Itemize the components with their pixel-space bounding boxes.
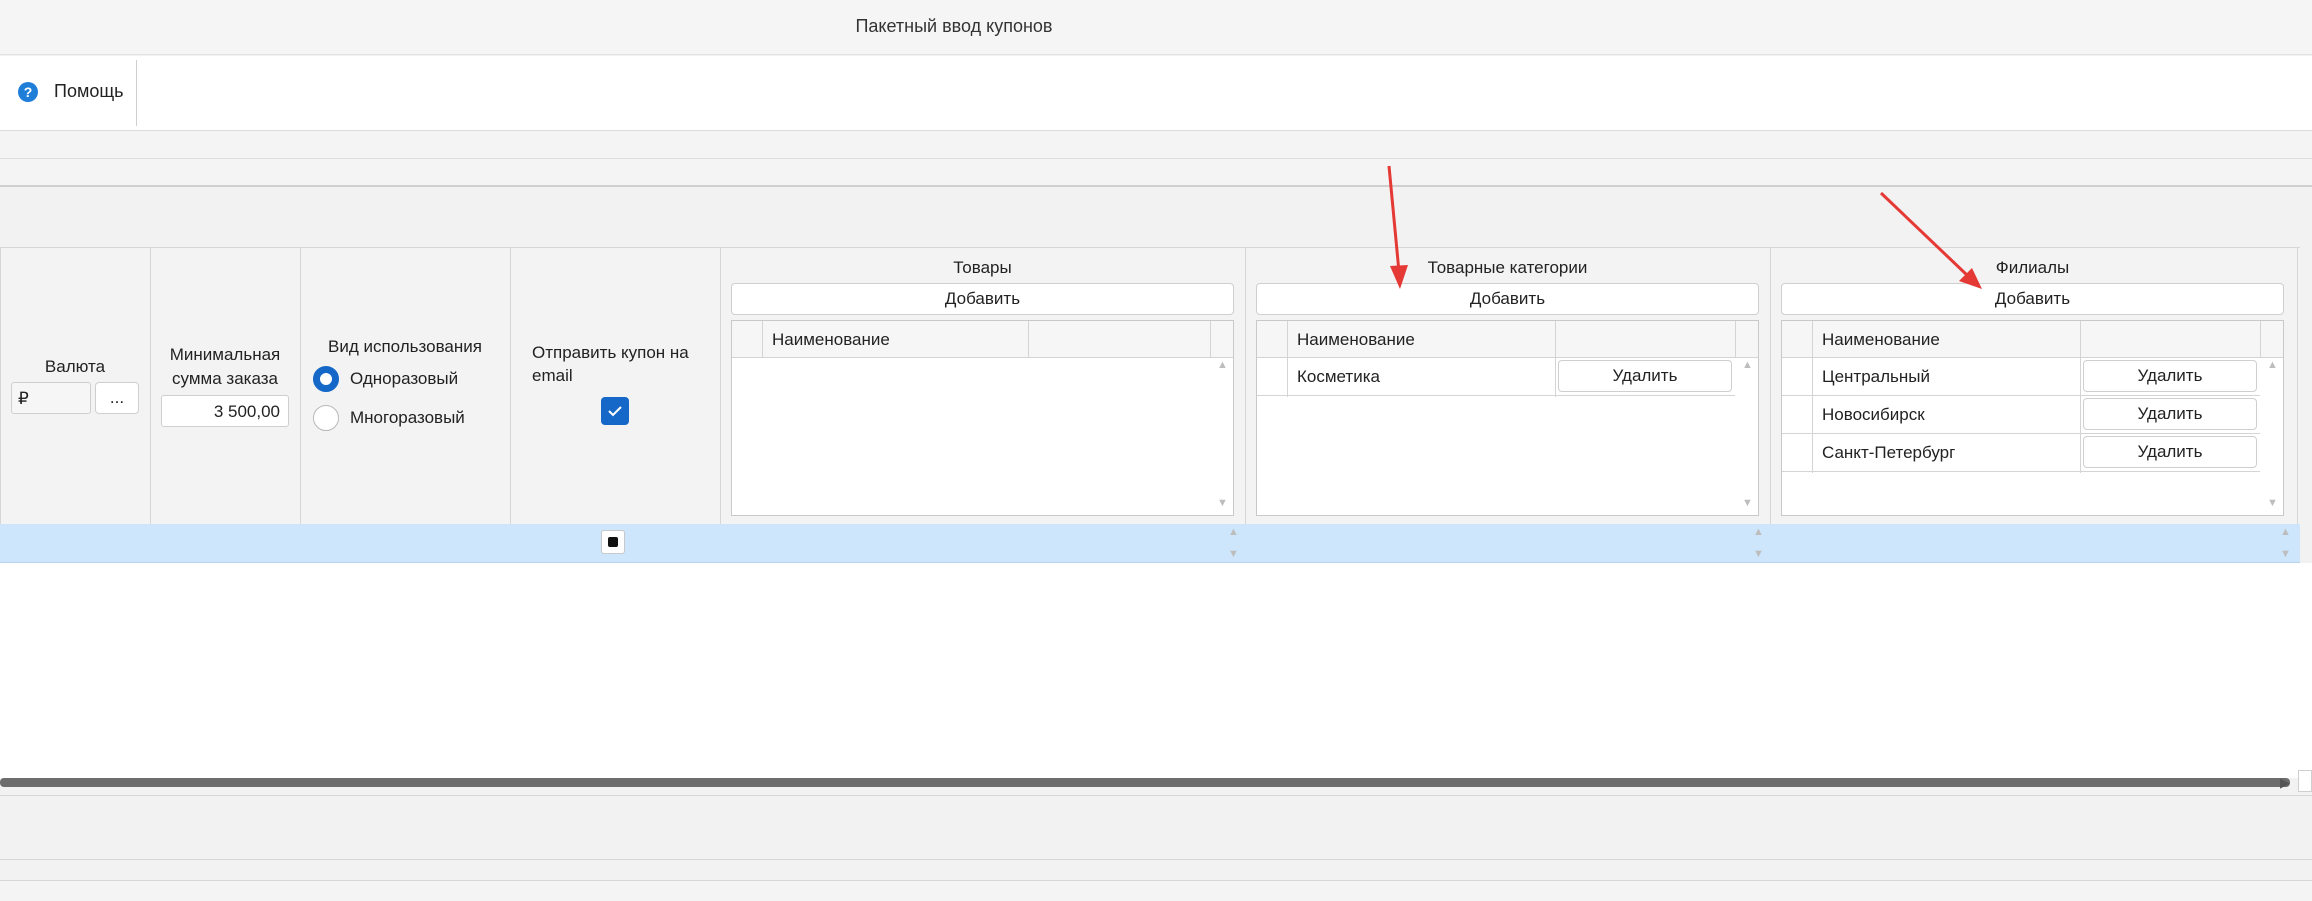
arrow-head-icon: [1390, 265, 1408, 289]
annotation-arrows: [1387, 165, 1982, 289]
arrow-line: [1879, 191, 1970, 278]
arrow-line: [1387, 165, 1401, 273]
